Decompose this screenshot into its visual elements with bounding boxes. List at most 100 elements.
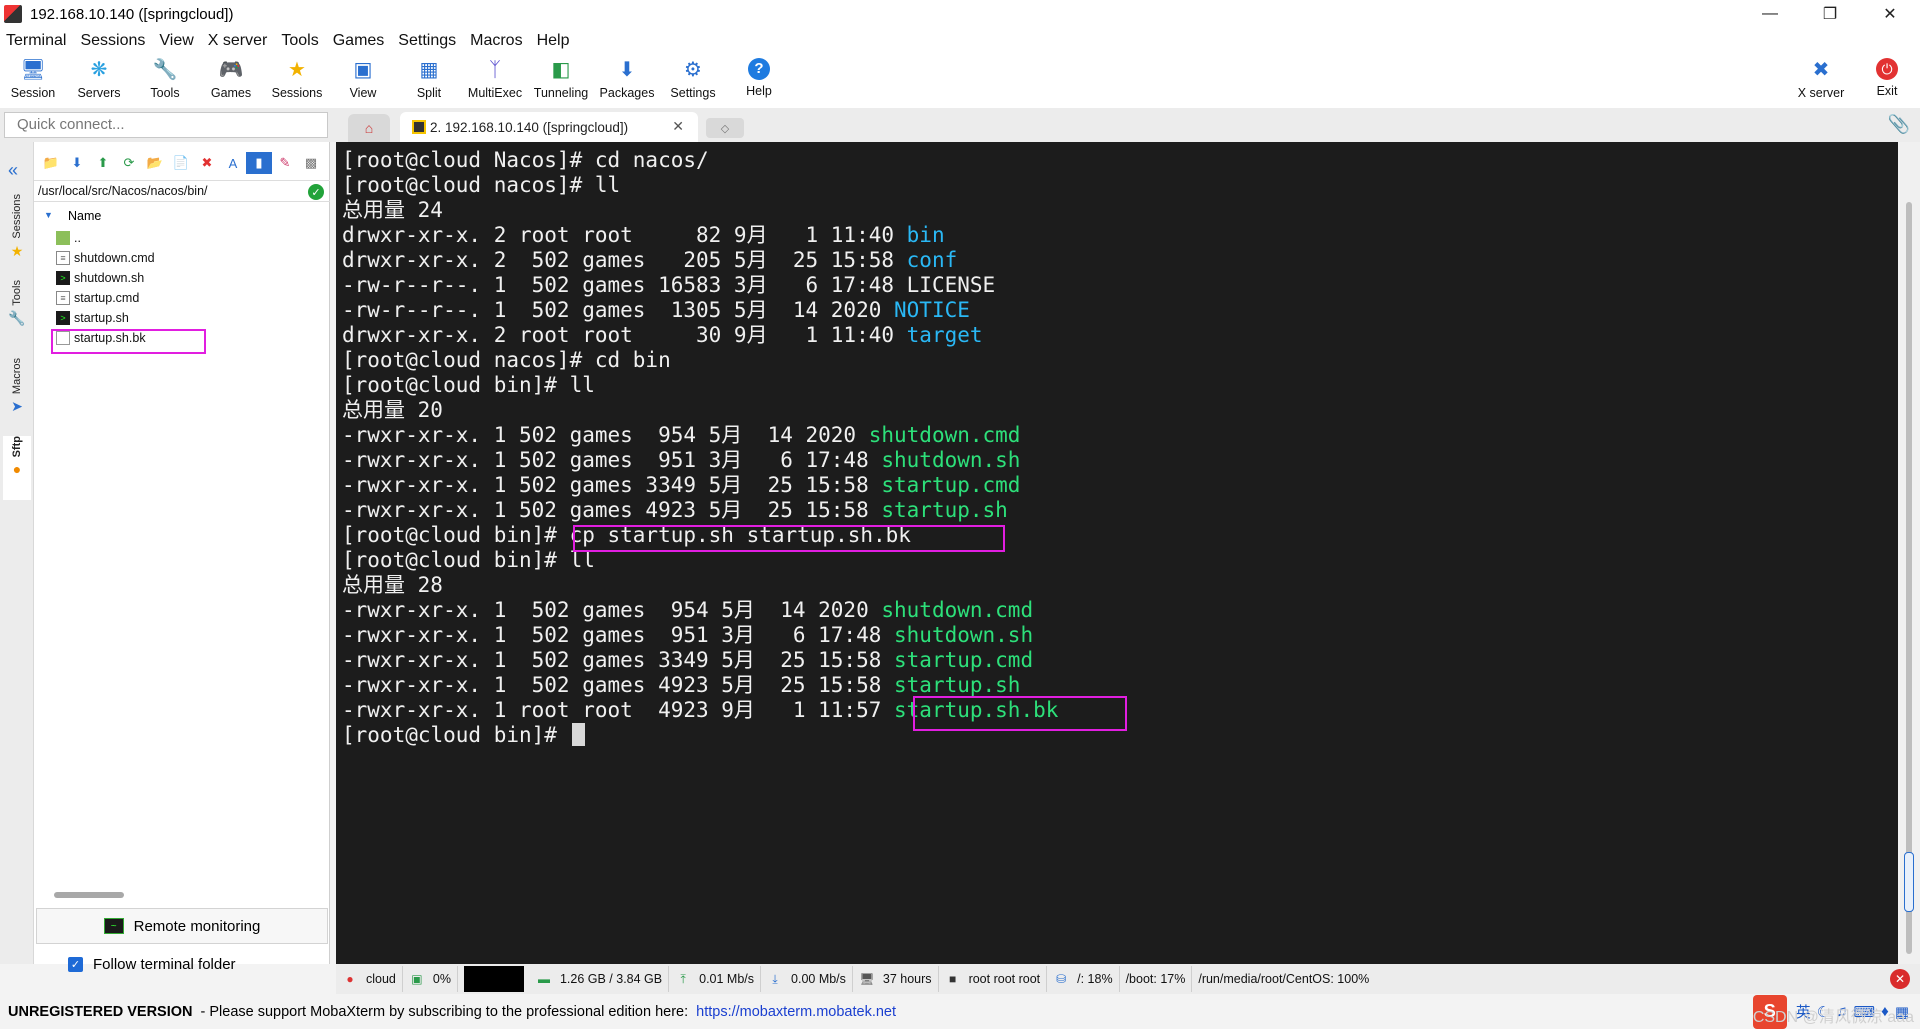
- xserver-icon: ✖: [1812, 59, 1830, 81]
- help-button[interactable]: ? Help: [726, 54, 792, 108]
- close-window-button[interactable]: ✕: [1860, 0, 1920, 28]
- menu-macros[interactable]: Macros: [464, 32, 530, 50]
- sessions-button[interactable]: ★ Sessions: [264, 54, 330, 108]
- home-tab[interactable]: ⌂: [348, 114, 390, 142]
- scrollbar-thumb[interactable]: [1904, 852, 1914, 912]
- split-button[interactable]: ▦ Split: [396, 54, 462, 108]
- side-tab-sftp[interactable]: Sftp ●: [3, 436, 31, 500]
- monitor-icon: 🖥: [20, 59, 46, 81]
- menu-sessions[interactable]: Sessions: [74, 32, 153, 50]
- side-tab-sessions[interactable]: Sessions ★: [3, 194, 31, 276]
- menu-settings[interactable]: Settings: [392, 32, 464, 50]
- executable-name: startup.cmd: [894, 648, 1034, 672]
- menu-games[interactable]: Games: [327, 32, 393, 50]
- file-row-startup-cmd[interactable]: ≡ startup.cmd: [34, 288, 330, 308]
- system-tray: S 英 ☾ ♫ ⌨ ♦ ▦ CSDN @清风微凉 aaa: [1752, 994, 1920, 1029]
- collapse-sidebar-icon[interactable]: «: [8, 160, 18, 181]
- side-tab-macros[interactable]: Macros ➤: [3, 358, 31, 432]
- paperclip-icon[interactable]: 📎: [1888, 114, 1910, 135]
- terminal-text: drwxr-xr-x. 2 root root 30 9月 1 11:40: [342, 323, 907, 347]
- terminal-scrollbar[interactable]: [1900, 142, 1920, 964]
- column-header-name[interactable]: Name: [68, 209, 101, 223]
- terminal-cursor: [571, 723, 585, 746]
- minimize-button[interactable]: —: [1740, 0, 1800, 28]
- terminal-text: [root@cloud bin]#: [342, 723, 570, 747]
- follow-terminal-checkbox[interactable]: ✓: [68, 956, 83, 972]
- tools-icon: 🔧: [152, 59, 178, 81]
- new-tab-button[interactable]: ◇: [706, 118, 744, 138]
- status-disk-root: ⛁ /: 18%: [1047, 966, 1120, 992]
- games-button[interactable]: 🎮 Games: [198, 54, 264, 108]
- status-uptime: 🖥 37 hours: [853, 966, 939, 992]
- sftp-path-field[interactable]: /usr/local/src/Nacos/nacos/bin/ ✓: [34, 180, 330, 202]
- file-name: ..: [74, 231, 81, 245]
- directory-name: target: [906, 323, 983, 347]
- file-row-startup-sh[interactable]: > startup.sh: [34, 308, 330, 328]
- terminal-text: drwxr-xr-x. 2 502 games 205 5月 25 15:58: [342, 248, 907, 272]
- rename-icon[interactable]: A: [220, 152, 246, 174]
- terminal-text: -rwxr-xr-x. 1 502 games 954 5月 14 2020: [342, 598, 882, 622]
- executable-name: startup.cmd: [881, 473, 1021, 497]
- packages-button[interactable]: ⬇ Packages: [594, 54, 660, 108]
- sftp-horizontal-scrollbar[interactable]: [54, 892, 124, 898]
- new-file-icon[interactable]: 📄: [168, 152, 194, 174]
- file-row-shutdown-cmd[interactable]: ≡ shutdown.cmd: [34, 248, 330, 268]
- settings-button[interactable]: ⚙ Settings: [660, 54, 726, 108]
- sort-arrow-icon[interactable]: ▼: [44, 210, 53, 220]
- view-button[interactable]: ▣ View: [330, 54, 396, 108]
- terminal-view[interactable]: [root@cloud Nacos]# cd nacos/[root@cloud…: [336, 142, 1898, 964]
- permissions-icon[interactable]: ✎: [272, 152, 298, 174]
- refresh-icon[interactable]: ⟳: [116, 152, 142, 174]
- menu-terminal[interactable]: Terminal: [0, 32, 74, 50]
- monitoring-icon: ~: [103, 918, 124, 934]
- multiexec-button[interactable]: ᛉ MultiExec: [462, 54, 528, 108]
- servers-button[interactable]: ❋ Servers: [66, 54, 132, 108]
- cmd-file-icon: ≡: [56, 251, 70, 265]
- follow-terminal-folder-option[interactable]: ✓ Follow terminal folder: [68, 952, 236, 976]
- servers-icon: ❋: [90, 59, 108, 81]
- terminal-line: 总用量 28: [342, 573, 1058, 598]
- tools-button[interactable]: 🔧 Tools: [132, 54, 198, 108]
- csdn-watermark: CSDN @清风微凉 aaa: [1752, 1009, 1914, 1026]
- footer-bar: UNREGISTERED VERSION - Please support Mo…: [0, 994, 1920, 1029]
- terminal-line: -rwxr-xr-x. 1 502 games 954 5月 14 2020 s…: [342, 423, 1058, 448]
- terminal-sync-icon[interactable]: ▩: [298, 152, 324, 174]
- parent-folder-icon[interactable]: 📁: [38, 152, 64, 174]
- download-icon[interactable]: ⬇: [64, 152, 90, 174]
- file-row-shutdown-sh[interactable]: > shutdown.sh: [34, 268, 330, 288]
- file-row-parent[interactable]: ..: [34, 228, 330, 248]
- exit-button[interactable]: ⏻ Exit: [1854, 54, 1920, 108]
- tab-session-2[interactable]: 2. 192.168.10.140 ([springcloud]) ✕: [400, 112, 698, 142]
- toggle-hidden-icon[interactable]: ▮: [246, 152, 272, 174]
- executable-name: shutdown.cmd: [881, 598, 1034, 622]
- menu-help[interactable]: Help: [531, 32, 578, 50]
- x-server-button[interactable]: ✖ X server: [1788, 54, 1854, 108]
- tunneling-button[interactable]: ◧ Tunneling: [528, 54, 594, 108]
- terminal-tab-icon: [412, 120, 426, 134]
- delete-icon[interactable]: ✖: [194, 152, 220, 174]
- title-bar: 192.168.10.140 ([springcloud]) — ❐ ✕: [0, 0, 1920, 28]
- status-close-icon[interactable]: ✕: [1890, 969, 1910, 989]
- restore-button[interactable]: ❐: [1800, 0, 1860, 28]
- disk-icon: ⛁: [1056, 972, 1067, 986]
- remote-monitoring-button[interactable]: ~ Remote monitoring: [36, 908, 328, 944]
- file-name: startup.sh: [74, 311, 129, 325]
- quick-connect-input[interactable]: Quick connect...: [4, 112, 328, 138]
- upload-icon[interactable]: ⬆: [90, 152, 116, 174]
- close-tab-icon[interactable]: ✕: [672, 118, 684, 135]
- new-folder-icon[interactable]: 📂: [142, 152, 168, 174]
- session-button[interactable]: 🖥 Session: [0, 54, 66, 108]
- menu-x-server[interactable]: X server: [202, 32, 276, 50]
- menu-tools[interactable]: Tools: [275, 32, 326, 50]
- status-users: ■ root root root: [939, 966, 1048, 992]
- linux-penguin-icon: ●: [346, 972, 354, 986]
- terminal-line: -rw-r--r--. 1 502 games 1305 5月 14 2020 …: [342, 298, 1058, 323]
- side-tab-tools[interactable]: Tools 🔧: [3, 280, 31, 354]
- side-tab-strip: « Sessions ★ Tools 🔧 Macros ➤ Sftp ●: [0, 142, 34, 964]
- menu-view[interactable]: View: [153, 32, 201, 50]
- mobatek-link[interactable]: https://mobaxterm.mobatek.net: [696, 1004, 896, 1020]
- star-icon: ★: [288, 59, 306, 81]
- path-ok-icon[interactable]: ✓: [308, 184, 324, 200]
- terminal-line: -rwxr-xr-x. 1 502 games 4923 5月 25 15:58…: [342, 673, 1058, 698]
- window-title: 192.168.10.140 ([springcloud]): [30, 5, 234, 23]
